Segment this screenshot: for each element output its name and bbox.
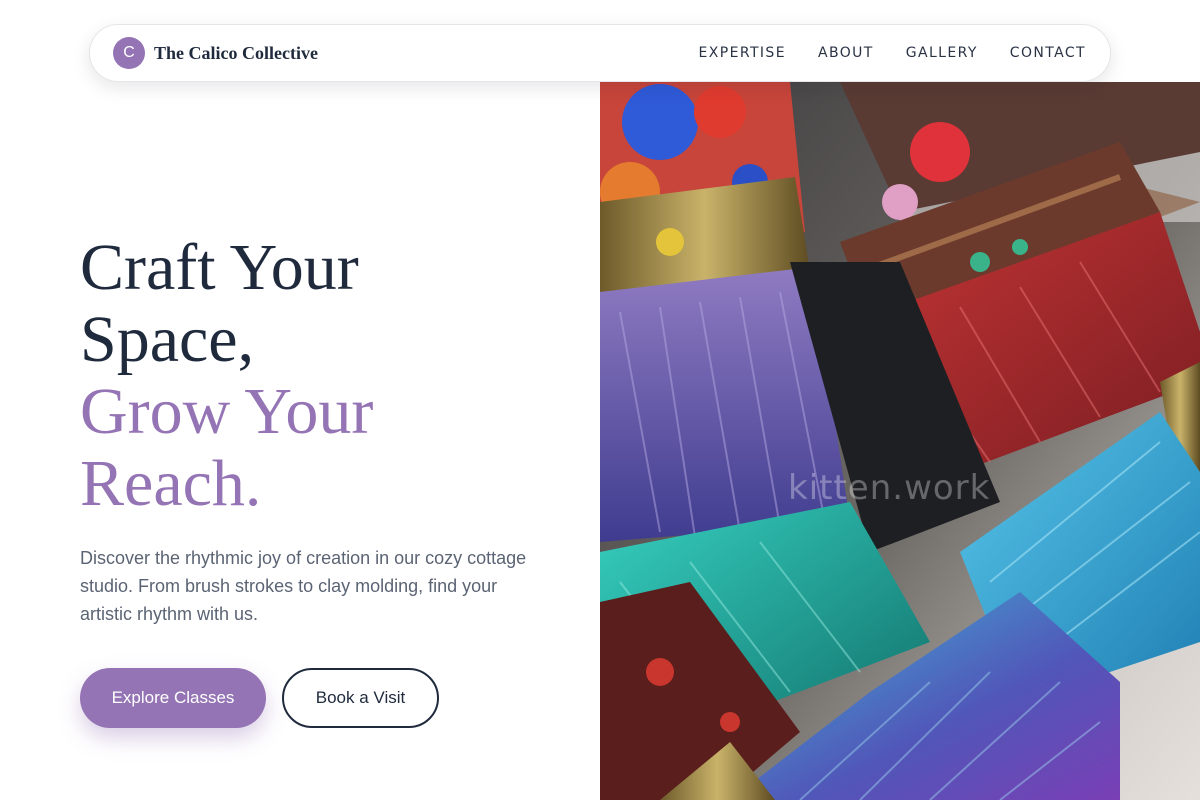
brand-name: The Calico Collective bbox=[154, 42, 318, 63]
nav-links: EXPERTISE ABOUT GALLERY CONTACT bbox=[699, 45, 1086, 61]
hero-description: Discover the rhythmic joy of creation in… bbox=[80, 548, 527, 624]
nav-link-about[interactable]: ABOUT bbox=[818, 45, 874, 61]
paint-brushes-illustration bbox=[600, 82, 1200, 800]
brand[interactable]: C The Calico Collective bbox=[113, 37, 318, 69]
nav-link-expertise[interactable]: EXPERTISE bbox=[699, 45, 786, 61]
headline-line-2: Space, bbox=[80, 303, 255, 376]
nav-link-contact[interactable]: CONTACT bbox=[1010, 45, 1086, 61]
brand-logo: C bbox=[113, 37, 145, 69]
nav-link-gallery[interactable]: GALLERY bbox=[906, 45, 978, 61]
book-visit-button[interactable]: Book a Visit bbox=[282, 668, 439, 728]
hero-headline: Craft Your Space, Grow Your Reach. bbox=[80, 232, 580, 520]
hero-image-paint-brushes: kitten.work bbox=[600, 82, 1200, 800]
explore-classes-button[interactable]: Explore Classes bbox=[80, 668, 266, 728]
headline-line-3: Grow Your bbox=[80, 375, 374, 448]
headline-line-1: Craft Your bbox=[80, 231, 359, 304]
image-watermark: kitten.work bbox=[788, 468, 991, 508]
top-navigation: C The Calico Collective EXPERTISE ABOUT … bbox=[89, 24, 1111, 82]
headline-line-4: Reach. bbox=[80, 447, 262, 520]
